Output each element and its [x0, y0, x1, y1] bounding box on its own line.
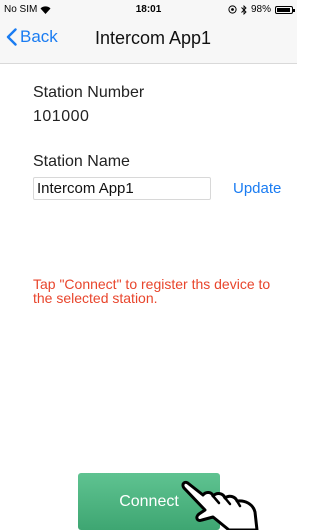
station-number-value: 101000: [33, 108, 90, 125]
station-name-label: Station Name: [33, 153, 130, 170]
battery-icon: [275, 5, 295, 14]
update-button[interactable]: Update: [233, 180, 281, 197]
back-button[interactable]: Back: [6, 27, 58, 47]
pointing-hand-icon: [181, 480, 259, 530]
location-icon: [228, 5, 237, 14]
back-label: Back: [20, 27, 58, 46]
station-name-input[interactable]: [33, 177, 211, 200]
connect-instruction: Tap "Connect" to register ths device to …: [33, 276, 271, 306]
bluetooth-icon: [241, 4, 247, 15]
battery-percent: 98%: [250, 4, 271, 15]
status-bar: No SIM 18:01 98%: [0, 0, 297, 20]
status-right: 98%: [228, 4, 295, 15]
chevron-left-icon: [6, 28, 17, 46]
page-title: Intercom App1: [95, 28, 212, 48]
station-number-label: Station Number: [33, 84, 145, 101]
navigation-bar: Back Intercom App1: [0, 20, 297, 64]
